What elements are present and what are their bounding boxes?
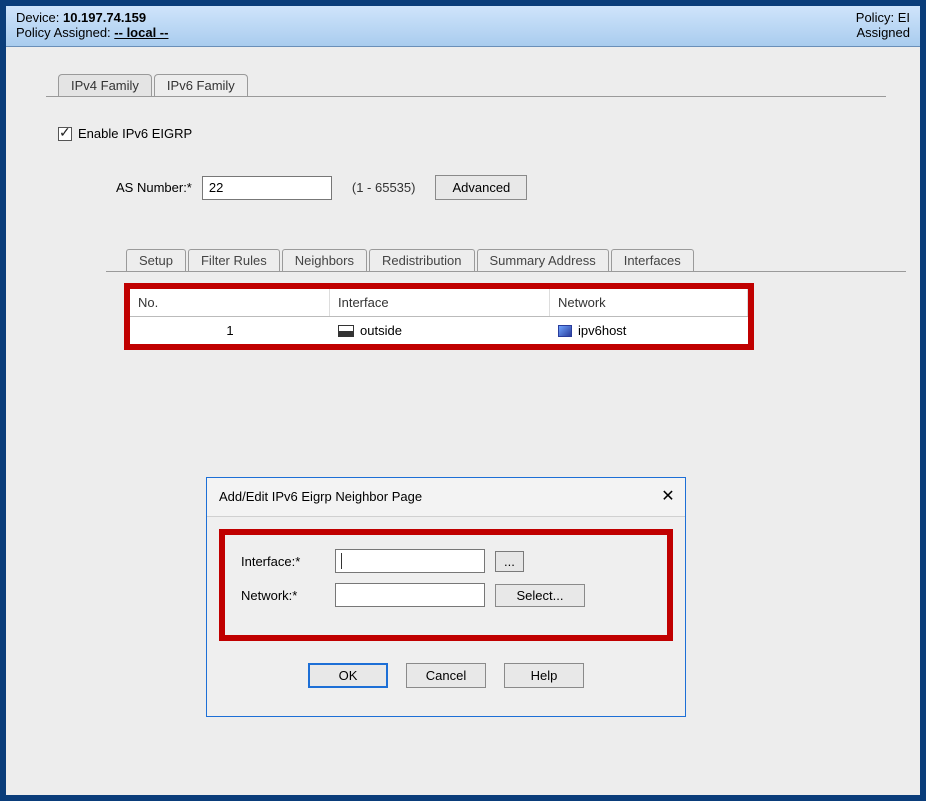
col-header-interface[interactable]: Interface	[330, 289, 550, 316]
interface-label: Interface:*	[241, 554, 325, 569]
table-row[interactable]: 1 outside ipv6host	[130, 317, 748, 344]
dialog-title: Add/Edit IPv6 Eigrp Neighbor Page	[219, 489, 422, 504]
interface-browse-button[interactable]: ...	[495, 551, 524, 572]
right-policy-label: Policy:	[856, 10, 894, 25]
network-select-button[interactable]: Select...	[495, 584, 585, 607]
network-input[interactable]	[335, 583, 485, 607]
tab-setup[interactable]: Setup	[126, 249, 186, 272]
host-icon	[558, 325, 572, 337]
app-window: Device: 10.197.74.159 Policy Assigned: -…	[0, 0, 926, 801]
policy-assigned-value[interactable]: -- local --	[114, 25, 168, 40]
cancel-button[interactable]: Cancel	[406, 663, 486, 688]
tab-ipv4-family[interactable]: IPv4 Family	[58, 74, 152, 97]
as-number-row: AS Number:* (1 - 65535) Advanced	[116, 175, 920, 200]
as-number-range: (1 - 65535)	[352, 180, 416, 195]
as-number-label: AS Number:*	[116, 180, 192, 195]
tab-filter-rules[interactable]: Filter Rules	[188, 249, 280, 272]
dialog-body: Interface:* ... Network:* Select... OK C…	[207, 517, 685, 716]
enable-ipv6-eigrp-checkbox[interactable]	[58, 127, 72, 141]
policy-assigned-label: Policy Assigned:	[16, 25, 111, 40]
device-label: Device:	[16, 10, 59, 25]
col-header-no[interactable]: No.	[130, 289, 330, 316]
tab-neighbors[interactable]: Neighbors	[282, 249, 367, 272]
field-row-network: Network:* Select...	[241, 583, 651, 607]
header-bar: Device: 10.197.74.159 Policy Assigned: -…	[6, 6, 920, 47]
header-right: Policy: EI Assigned	[856, 10, 910, 40]
sub-tab-border	[106, 271, 906, 272]
right-assigned-label: Assigned	[857, 25, 910, 40]
col-header-network[interactable]: Network	[550, 289, 748, 316]
dialog-fields-highlight: Interface:* ... Network:* Select...	[219, 529, 673, 641]
interface-input[interactable]	[335, 549, 485, 573]
neighbors-table-header: No. Interface Network	[130, 289, 748, 317]
dialog-button-row: OK Cancel Help	[219, 641, 673, 704]
tab-interfaces[interactable]: Interfaces	[611, 249, 694, 272]
header-left: Device: 10.197.74.159 Policy Assigned: -…	[16, 10, 168, 40]
close-icon[interactable]: ✕	[659, 486, 677, 506]
nic-icon	[338, 325, 354, 337]
neighbors-table-highlight: No. Interface Network 1 outside ipv6host	[124, 283, 754, 350]
family-tab-border	[46, 96, 886, 97]
row-interface: outside	[360, 323, 402, 338]
dialog-titlebar: Add/Edit IPv6 Eigrp Neighbor Page ✕	[207, 478, 685, 517]
as-number-input[interactable]	[202, 176, 332, 200]
help-button[interactable]: Help	[504, 663, 584, 688]
device-ip: 10.197.74.159	[63, 10, 146, 25]
enable-ipv6-eigrp-label: Enable IPv6 EIGRP	[78, 126, 192, 141]
advanced-button[interactable]: Advanced	[435, 175, 527, 200]
family-tabs: IPv4 Family IPv6 Family	[58, 71, 920, 97]
tab-redistribution[interactable]: Redistribution	[369, 249, 475, 272]
row-network: ipv6host	[578, 323, 626, 338]
network-label: Network:*	[241, 588, 325, 603]
content-area: IPv4 Family IPv6 Family Enable IPv6 EIGR…	[6, 47, 920, 800]
add-edit-neighbor-dialog: Add/Edit IPv6 Eigrp Neighbor Page ✕ Inte…	[206, 477, 686, 717]
row-no: 1	[226, 323, 233, 338]
eigrp-sub-tabs: Setup Filter Rules Neighbors Redistribut…	[126, 246, 920, 272]
ok-button[interactable]: OK	[308, 663, 388, 688]
tab-ipv6-family[interactable]: IPv6 Family	[154, 74, 248, 97]
right-policy-value: EI	[898, 10, 910, 25]
enable-row: Enable IPv6 EIGRP	[58, 126, 920, 141]
tab-summary-address[interactable]: Summary Address	[477, 249, 609, 272]
field-row-interface: Interface:* ...	[241, 549, 651, 573]
